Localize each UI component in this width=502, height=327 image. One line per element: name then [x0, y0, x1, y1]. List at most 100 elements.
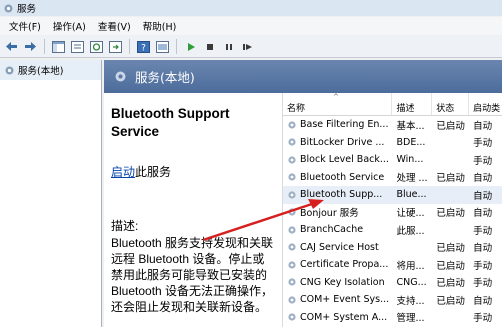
service-name-cell: CNG Key Isolation	[283, 277, 392, 288]
service-status-cell: 已启动	[436, 120, 465, 132]
service-row[interactable]: CNG Key Isolation CNG... 已启动 手动	[283, 274, 502, 292]
back-arrow-icon[interactable]	[3, 38, 20, 55]
export-icon[interactable]	[107, 38, 124, 55]
service-desc-cell: 让硬...	[396, 208, 425, 220]
service-row[interactable]: COM+ Event Sys... 支持... 已启动 自动	[283, 291, 502, 309]
services-list: ^ 名称 描述 状态 启动类 Base Filtering En... 基本... 已…	[282, 93, 502, 327]
service-name-cell: Bluetooth Service	[283, 172, 392, 183]
console-tree-icon[interactable]	[50, 38, 67, 55]
service-row[interactable]: Bluetooth Supp... Blue... 自动	[283, 186, 502, 204]
service-name-cell: Certificate Propa...	[283, 259, 392, 270]
menu-file[interactable]: 文件(F)	[3, 19, 47, 33]
service-startup-cell: 自动	[473, 295, 493, 307]
service-row[interactable]: Certificate Propa... 将用... 已启动 手动	[283, 256, 502, 274]
tree-node-label: 服务(本地)	[18, 66, 64, 77]
services-app-icon	[4, 4, 13, 12]
service-startup-cell: 自动	[473, 120, 493, 132]
start-service-suffix: 此服务	[135, 165, 172, 179]
window-title: 服务	[17, 4, 37, 15]
toolbar-divider	[176, 39, 177, 54]
service-status-cell: 已启动	[436, 243, 465, 255]
resume-icon[interactable]	[239, 38, 256, 55]
gear-icon	[288, 313, 296, 321]
stop-icon[interactable]	[201, 38, 218, 55]
service-desc-cell: 基本...	[396, 120, 425, 132]
service-startup-cell: 手动	[473, 138, 493, 150]
gear-icon	[288, 138, 296, 146]
main-pane: 服务(本地) Bluetooth Support Service 启动此服务 描…	[104, 60, 502, 327]
service-row[interactable]: Base Filtering En... 基本... 已启动 自动	[283, 116, 502, 134]
show-hide-icon[interactable]	[154, 38, 171, 55]
service-desc-cell: CNG...	[396, 276, 427, 288]
sort-ascending-icon: ^	[333, 93, 339, 101]
service-row[interactable]: Bluetooth Service 处理 ... 已启动 自动	[283, 169, 502, 187]
service-startup-cell: 自动	[473, 243, 493, 255]
service-row[interactable]: Block Level Back... Win... 手动	[283, 151, 502, 169]
gear-icon	[288, 156, 296, 164]
service-startup-cell: 手动	[473, 260, 493, 272]
gear-icon	[288, 226, 296, 234]
service-startup-cell: 手动	[473, 155, 493, 167]
column-description[interactable]: 描述	[392, 93, 433, 115]
gear-icon	[288, 296, 296, 304]
column-headers: ^ 名称 描述 状态 启动类	[283, 93, 502, 116]
service-desc-cell: 将用...	[396, 260, 425, 272]
service-row[interactable]: BranchCache 此服... 手动	[283, 221, 502, 239]
forward-arrow-icon[interactable]	[22, 38, 39, 55]
column-startup-type[interactable]: 启动类	[469, 93, 502, 115]
menu-view[interactable]: 查看(V)	[92, 19, 137, 33]
service-name: Bluetooth Support Service	[111, 106, 230, 139]
pause-icon[interactable]	[220, 38, 237, 55]
service-name-cell: BranchCache	[283, 224, 392, 235]
toolbar-divider	[44, 39, 45, 54]
service-startup-cell: 手动	[473, 225, 493, 237]
start-service-link[interactable]: 启动	[111, 165, 135, 179]
refresh-icon[interactable]	[88, 38, 105, 55]
gear-icon	[288, 121, 296, 129]
menu-bar: 文件(F) 操作(A) 查看(V) 帮助(H)	[0, 17, 502, 35]
service-status-cell: 已启动	[436, 278, 465, 290]
menu-action[interactable]: 操作(A)	[47, 19, 92, 33]
description-text: Bluetooth 服务支持发现和关联远程 Bluetooth 设备。停止或禁用…	[111, 236, 274, 314]
service-row[interactable]: COM+ System A... 管理... 手动	[283, 309, 502, 327]
help-icon[interactable]: ?	[135, 38, 152, 55]
service-detail-pane: Bluetooth Support Service 启动此服务 描述: Blue…	[104, 93, 282, 327]
service-startup-cell: 自动	[473, 173, 493, 185]
service-name-cell: COM+ System A...	[283, 312, 392, 323]
description-label: 描述:	[111, 219, 139, 233]
service-status-cell: 已启动	[436, 260, 465, 272]
service-row[interactable]: Bonjour 服务 让硬... 已启动 自动	[283, 204, 502, 222]
service-desc-cell: 支持...	[396, 295, 425, 307]
service-desc-cell: 此服...	[396, 225, 425, 237]
service-status-cell: 已启动	[436, 173, 465, 185]
console-tree: 服务(本地)	[0, 60, 102, 327]
service-desc-cell: 处理 ...	[396, 173, 428, 185]
toolbar-divider	[129, 39, 130, 54]
play-icon[interactable]	[182, 38, 199, 55]
services-icon	[115, 71, 126, 82]
service-name-cell: CAJ Service Host	[283, 242, 392, 253]
title-bar: 服务	[0, 0, 502, 16]
column-name[interactable]: ^ 名称	[283, 93, 393, 115]
tree-node-services-local[interactable]: 服务(本地)	[0, 60, 101, 80]
gear-icon	[288, 243, 296, 251]
toolbar: ?	[0, 36, 502, 58]
service-name-cell: Bonjour 服务	[283, 205, 392, 219]
service-status-cell: 已启动	[436, 295, 465, 307]
menu-help[interactable]: 帮助(H)	[137, 19, 183, 33]
start-service-line: 启动此服务	[111, 163, 275, 180]
service-desc-cell: BDE...	[396, 136, 426, 148]
service-desc-cell: Blue...	[396, 189, 427, 201]
properties-icon[interactable]	[69, 38, 86, 55]
service-name-cell: Block Level Back...	[283, 154, 392, 165]
column-status[interactable]: 状态	[432, 93, 470, 115]
service-row[interactable]: BitLocker Drive ... BDE... 手动	[283, 134, 502, 152]
service-startup-cell: 手动	[473, 313, 493, 325]
gear-icon	[288, 261, 296, 269]
service-startup-cell: 手动	[473, 278, 493, 290]
service-row[interactable]: CAJ Service Host 已启动 自动	[283, 239, 502, 257]
gear-icon	[288, 208, 296, 216]
service-name-cell: COM+ Event Sys...	[283, 294, 392, 305]
services-icon	[5, 66, 14, 74]
svg-text:?: ?	[141, 43, 146, 53]
